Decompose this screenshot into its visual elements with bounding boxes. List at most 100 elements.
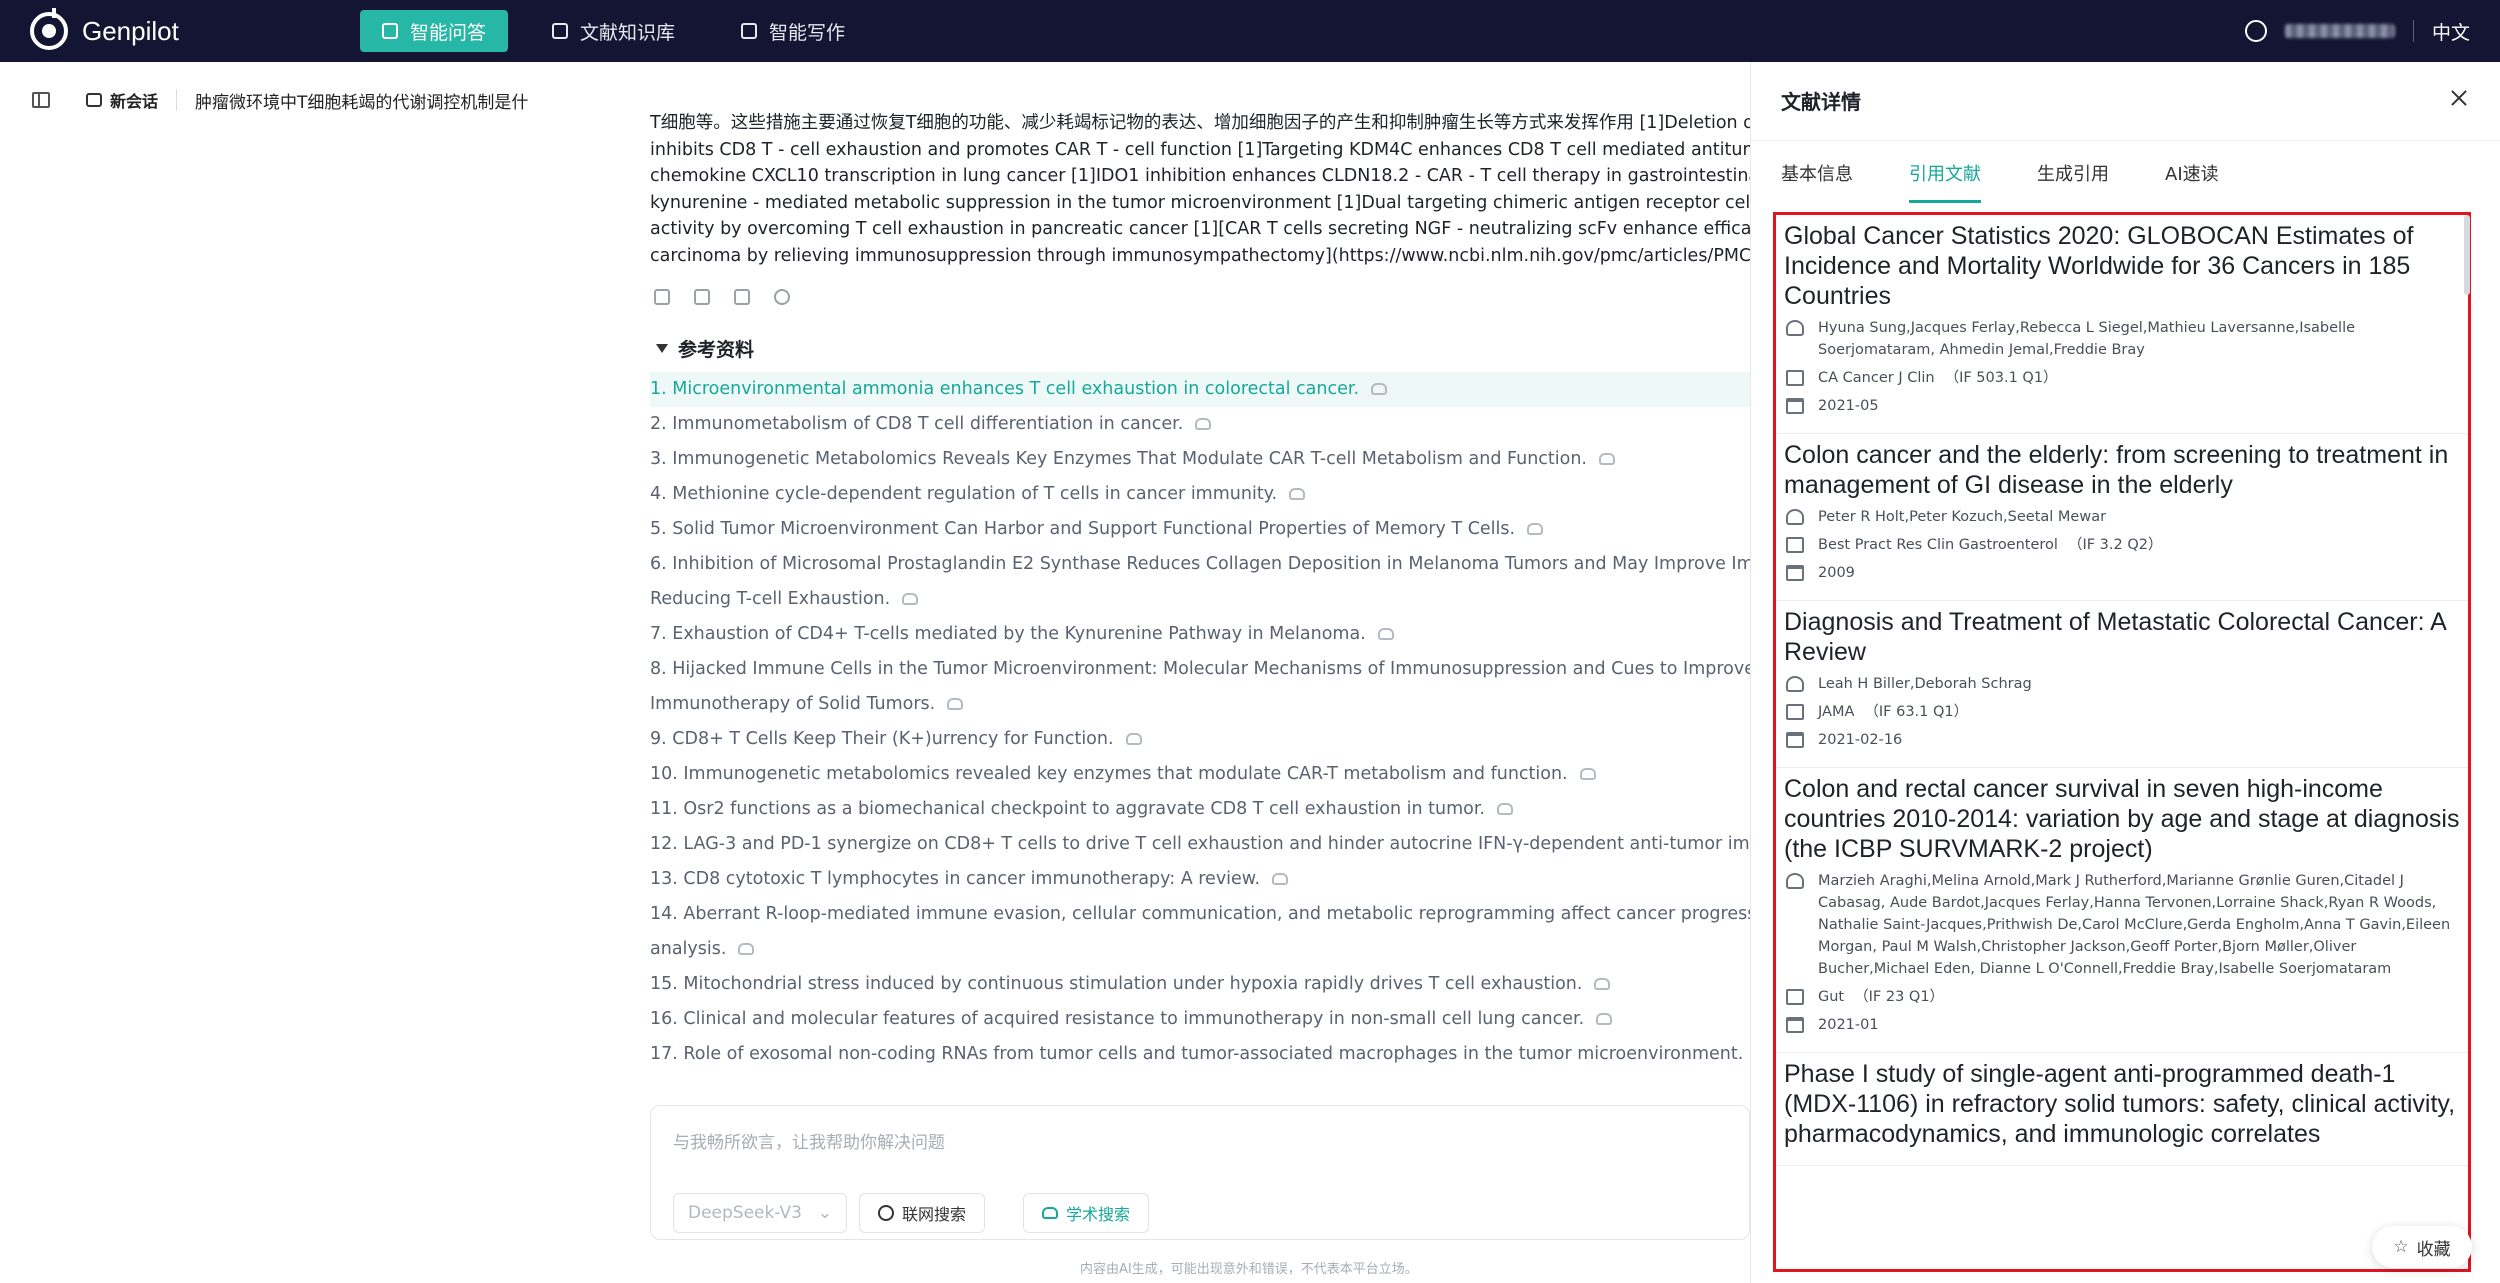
reference-item[interactable]: 17. Role of exosomal non-coding RNAs fro… [650,1037,1750,1072]
nav-tab[interactable]: 智能写作 [719,10,867,52]
scholar-cap-icon[interactable] [1599,453,1615,465]
reference-line: 17. Role of exosomal non-coding RNAs fro… [650,1037,1750,1072]
paper-date-row: 2021-05 [1784,395,2460,417]
reference-item[interactable]: 5. Solid Tumor Microenvironment Can Harb… [650,512,1750,547]
reference-line: 10. Immunogenetic metabolomics revealed … [650,757,1750,792]
authors-icon [1786,676,1804,692]
reference-item[interactable]: 14. Aberrant R-loop-mediated immune evas… [650,897,1750,967]
panel-tab[interactable]: 引用文献 [1909,160,1981,203]
reference-item[interactable]: 15. Mitochondrial stress induced by cont… [650,967,1750,1002]
reference-item[interactable]: 4. Methionine cycle-dependent regulation… [650,477,1750,512]
panel-tab[interactable]: 生成引用 [2037,160,2109,203]
references-heading: 参考资料 [678,339,755,361]
reference-item[interactable]: 11. Osr2 functions as a biomechanical ch… [650,792,1750,827]
journal-icon [1786,537,1804,553]
paper-card[interactable]: Colon and rectal cancer survival in seve… [1776,768,2468,1053]
sidebar-toggle-icon[interactable] [32,92,50,108]
paper-title[interactable]: Phase I study of single-agent anti-progr… [1784,1053,2460,1149]
reference-item[interactable]: 8. Hijacked Immune Cells in the Tumor Mi… [650,652,1750,722]
web-search-label: 联网搜索 [901,1205,966,1224]
paper-card[interactable]: Diagnosis and Treatment of Metastatic Co… [1776,601,2468,768]
model-select[interactable]: DeepSeek-V3 ⌄ [673,1193,847,1233]
scholar-cap-icon[interactable] [1594,978,1611,990]
reference-item[interactable]: 3. Immunogenetic Metabolomics Reveals Ke… [650,442,1750,477]
journal-info: Gut （IF 23 Q1） [1818,986,1944,1008]
reference-text: 11. Osr2 functions as a biomechanical ch… [650,799,1485,819]
language-switch[interactable]: 中文 [2432,18,2470,45]
reference-item[interactable]: 12. LAG-3 and PD-1 synergize on CD8+ T c… [650,827,1750,862]
panel-scrollbar[interactable] [2464,215,2470,295]
references-toggle[interactable]: 参考资料 [656,335,1750,362]
app-name: Genpilot [82,15,179,46]
reference-text: 6. Inhibition of Microsomal Prostaglandi… [650,554,1750,574]
scholar-search-button[interactable]: 学术搜索 [1023,1193,1149,1233]
blurred-username[interactable] [2284,24,2395,38]
refresh-icon[interactable] [774,289,790,305]
paper-title[interactable]: Colon and rectal cancer survival in seve… [1784,768,2460,864]
user-icon[interactable] [2244,20,2267,42]
scholar-cap-icon[interactable] [1579,768,1596,780]
nav-tabs: 智能问答 文献知识库 智能写作 [360,10,867,52]
reference-item[interactable]: 10. Immunogenetic metabolomics revealed … [650,757,1750,792]
paper-title[interactable]: Global Cancer Statistics 2020: GLOBOCAN … [1784,215,2460,311]
close-icon[interactable] [2449,88,2469,108]
reference-text: 1. Microenvironmental ammonia enhances T… [650,379,1360,399]
panel-tab[interactable]: 基本信息 [1781,160,1853,203]
cited-papers-list: Global Cancer Statistics 2020: GLOBOCAN … [1773,212,2471,1272]
journal-icon [1786,704,1804,720]
reference-item[interactable]: 6. Inhibition of Microsomal Prostaglandi… [650,547,1750,617]
favorite-button[interactable]: ☆ 收藏 [2372,1226,2472,1268]
scholar-cap-icon[interactable] [1125,733,1142,745]
reference-item[interactable]: 7. Exhaustion of CD4+ T-cells mediated b… [650,617,1750,652]
scholar-cap-icon[interactable] [1272,873,1289,885]
scholar-cap-icon[interactable] [1596,1013,1613,1025]
divider [176,89,178,111]
scholar-cap-icon[interactable] [1289,488,1306,500]
reference-item[interactable]: 9. CD8+ T Cells Keep Their (K+)urrency f… [650,722,1750,757]
scholar-cap-icon[interactable] [1527,523,1544,535]
chat-title: 肿瘤微环境中T细胞耗竭的代谢调控机制是什 [195,92,529,113]
copy-icon[interactable] [734,289,750,305]
impact-factor: （IF 23 Q1） [1854,989,1945,1005]
paper-date: 2021-02-16 [1818,732,1903,748]
paper-authors-row: Leah H Biller,Deborah Schrag [1784,673,2460,695]
scholar-cap-icon[interactable] [738,943,755,955]
new-chat-button[interactable]: 新会话 [86,88,158,112]
panel-tab[interactable]: AI速读 [2165,160,2219,203]
scholar-cap-icon[interactable] [1371,383,1388,395]
paper-title[interactable]: Diagnosis and Treatment of Metastatic Co… [1784,601,2460,667]
chat-input-box[interactable]: 与我畅所欲言，让我帮助你解决问题 DeepSeek-V3 ⌄ 联网搜索 学术搜索 [650,1105,1750,1240]
reference-text: 13. CD8 cytotoxic T lymphocytes in cance… [650,869,1261,889]
paper-card[interactable]: Global Cancer Statistics 2020: GLOBOCAN … [1776,215,2468,434]
reference-line: 5. Solid Tumor Microenvironment Can Harb… [650,512,1750,547]
nav-tab[interactable]: 智能问答 [360,10,509,52]
thumbs-up-icon[interactable] [654,289,670,305]
reference-item[interactable]: 13. CD8 cytotoxic T lymphocytes in cance… [650,862,1750,897]
reference-line: 11. Osr2 functions as a biomechanical ch… [650,792,1750,827]
paper-title[interactable]: Colon cancer and the elderly: from scree… [1784,434,2460,500]
reference-item[interactable]: 1. Microenvironmental ammonia enhances T… [650,372,1750,407]
paper-date-row: 2021-02-16 [1784,729,2460,751]
chat-input[interactable]: 与我畅所欲言，让我帮助你解决问题 [673,1128,945,1153]
calendar-icon [1786,398,1804,414]
paper-card[interactable]: Phase I study of single-agent anti-progr… [1776,1053,2468,1166]
logo[interactable]: Genpilot [30,8,330,50]
paper-journal: Best Pract Res Clin Gastroenterol [1818,537,2058,553]
reference-item[interactable]: 16. Clinical and molecular features of a… [650,1002,1750,1037]
scholar-cap-icon[interactable] [947,698,964,710]
scholar-cap-icon[interactable] [902,593,919,605]
paper-card[interactable]: Colon cancer and the elderly: from scree… [1776,434,2468,601]
scholar-cap-icon[interactable] [1195,418,1212,430]
reference-line: 2. Immunometabolism of CD8 T cell differ… [650,407,1750,442]
scholar-cap-icon[interactable] [1497,803,1513,815]
paper-journal-row: Best Pract Res Clin Gastroenterol （IF 3.2… [1784,534,2460,556]
ai-disclaimer: 内容由AI生成，可能出现意外和错误，不代表本平台立场。 [1080,1262,1418,1277]
nav-tab[interactable]: 文献知识库 [530,10,697,52]
thumbs-down-icon[interactable] [694,289,710,305]
caret-down-icon [656,344,668,353]
divider [2412,20,2414,42]
web-search-button[interactable]: 联网搜索 [859,1193,985,1233]
paper-authors: Hyuna Sung,Jacques Ferlay,Rebecca L Sieg… [1818,320,2356,358]
scholar-cap-icon[interactable] [1377,628,1394,640]
reference-item[interactable]: 2. Immunometabolism of CD8 T cell differ… [650,407,1750,442]
